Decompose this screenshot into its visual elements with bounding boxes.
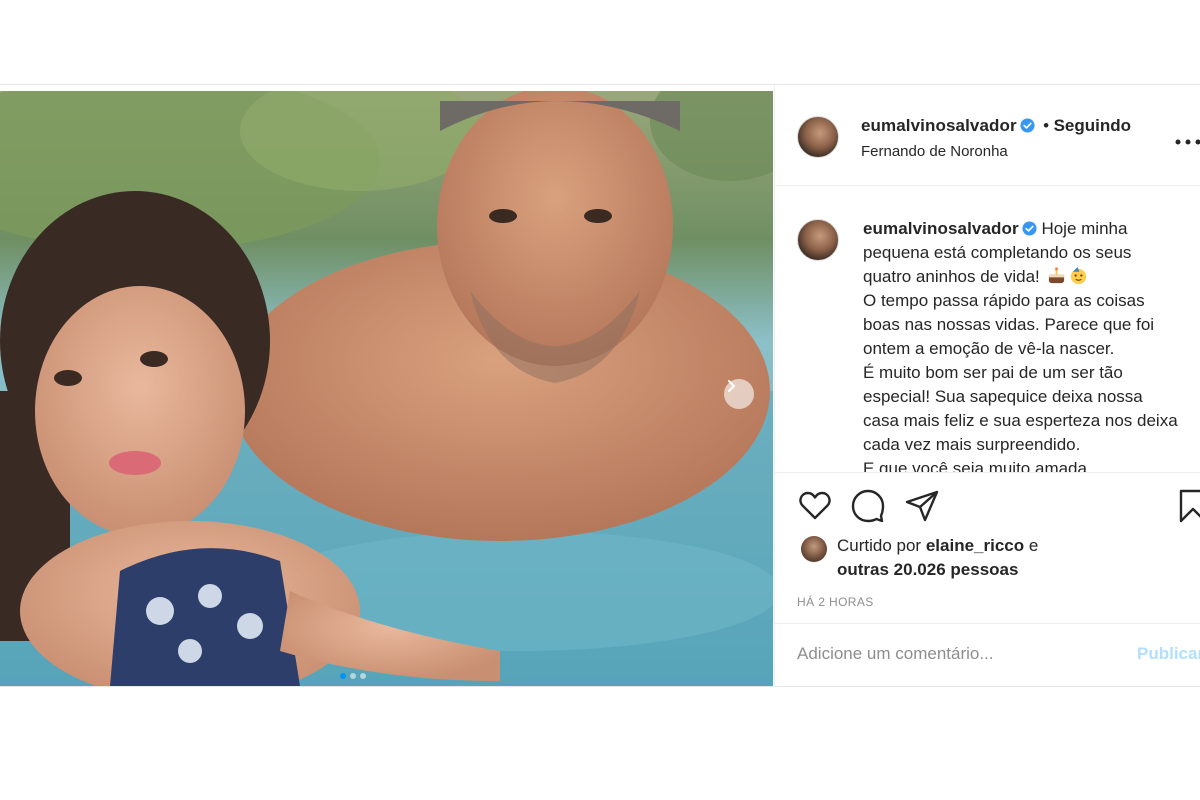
comment-box: Publicar: [775, 623, 1200, 686]
heart-icon[interactable]: [797, 488, 833, 524]
following-button[interactable]: Seguindo: [1054, 116, 1131, 135]
caption-area: eumalvinosalvador Hoje minha pequena est…: [775, 186, 1200, 473]
caption-line-2: O tempo passa rápido para as coisas boas…: [863, 291, 1155, 358]
party-face-emoji-icon: [1071, 266, 1087, 285]
post-actions: [797, 488, 1200, 528]
carousel-indicator: [340, 673, 366, 679]
cake-emoji-icon: [1049, 267, 1065, 284]
caption-username[interactable]: eumalvinosalvador: [863, 219, 1019, 238]
chevron-right-icon: [728, 380, 736, 392]
likes-prefix: Curtido por: [837, 536, 922, 555]
caption-line-3: É muito bom ser pai de um ser tão especi…: [863, 363, 1178, 454]
comment-input[interactable]: [797, 644, 1097, 664]
location-link[interactable]: Fernando de Noronha: [861, 143, 1008, 160]
likes-others-link[interactable]: outras 20.026 pessoas: [837, 560, 1018, 579]
post-timestamp[interactable]: HÁ 2 HORAS: [797, 595, 874, 609]
post-photo-illustration: [0, 91, 773, 686]
separator-dot: •: [1043, 116, 1050, 135]
avatar[interactable]: [797, 116, 839, 158]
post-photo[interactable]: [0, 91, 773, 686]
liker-avatar[interactable]: [801, 536, 827, 562]
caption-text: eumalvinosalvador Hoje minha pequena est…: [863, 217, 1183, 473]
verified-badge-icon: [1022, 221, 1037, 236]
instagram-post-frame: eumalvinosalvador • Seguindo Fernando de…: [0, 84, 1200, 687]
liker-username[interactable]: elaine_ricco: [926, 536, 1024, 555]
likes-conjunction: e: [1028, 536, 1039, 555]
header-user: eumalvinosalvador • Seguindo: [861, 116, 1131, 136]
more-options-button[interactable]: [1175, 125, 1200, 151]
post-details-panel: eumalvinosalvador • Seguindo Fernando de…: [774, 85, 1200, 686]
carousel-dot: [340, 673, 346, 679]
share-icon[interactable]: [904, 488, 940, 524]
caption-line-4: E que você seja muito amada: [863, 459, 1087, 473]
bookmark-icon[interactable]: [1175, 488, 1200, 524]
post-header: eumalvinosalvador • Seguindo Fernando de…: [775, 85, 1200, 186]
verified-badge-icon: [1020, 118, 1035, 133]
carousel-dot: [350, 673, 356, 679]
publish-button[interactable]: Publicar: [1137, 644, 1200, 664]
avatar[interactable]: [797, 219, 839, 261]
username-link[interactable]: eumalvinosalvador: [861, 116, 1017, 135]
next-photo-button[interactable]: [724, 379, 754, 409]
carousel-dot: [360, 673, 366, 679]
more-horizontal-icon: [1175, 139, 1200, 145]
comment-icon[interactable]: [850, 488, 886, 524]
likes-text: Curtido por elaine_ricco e outras 20.026…: [837, 534, 1157, 582]
